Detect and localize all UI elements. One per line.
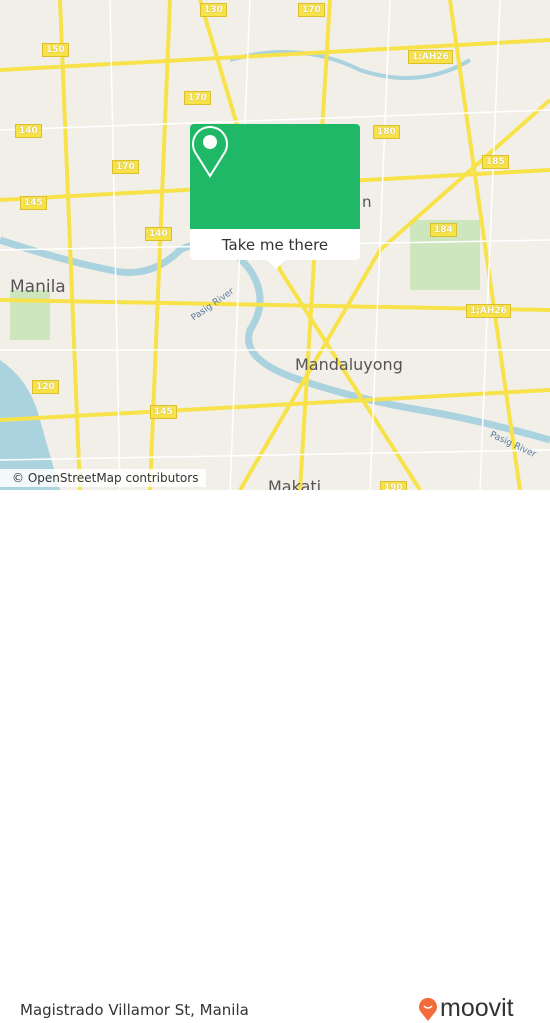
park bbox=[10, 290, 50, 340]
road-shield: 185 bbox=[482, 155, 509, 169]
road-shield: 170 bbox=[112, 160, 139, 174]
popup-pointer bbox=[267, 260, 285, 269]
place-name: Magistrado Villamor St, Manila bbox=[20, 1001, 249, 1019]
road-shield: 170 bbox=[298, 3, 325, 17]
moovit-logo[interactable]: moovit bbox=[418, 994, 514, 1023]
road-shield: 140 bbox=[15, 124, 42, 138]
city-label: Manila bbox=[10, 277, 66, 297]
road-shield: 150 bbox=[42, 43, 69, 57]
road-shield: 130 bbox=[200, 3, 227, 17]
popup-header bbox=[190, 124, 360, 229]
map-pin-icon bbox=[192, 126, 228, 178]
footer: Magistrado Villamor St, Manila moovit bbox=[0, 490, 550, 1022]
road-shield: 170 bbox=[184, 91, 211, 105]
city-label: Makati bbox=[268, 477, 322, 490]
take-me-there-button[interactable]: Take me there bbox=[190, 229, 360, 260]
road-shield: 140 bbox=[145, 227, 172, 241]
road-shield: 1;AH26 bbox=[466, 304, 511, 318]
road-shield: 180 bbox=[373, 125, 400, 139]
location-popup: Take me there bbox=[190, 124, 360, 269]
moovit-wordmark: moovit bbox=[440, 994, 514, 1022]
map[interactable]: Manila Mandaluyong Makati n Pasig River … bbox=[0, 0, 550, 490]
road-shield: 190 bbox=[380, 481, 407, 490]
city-label: n bbox=[362, 193, 372, 211]
road-shield: 120 bbox=[32, 380, 59, 394]
attribution[interactable]: © OpenStreetMap contributors bbox=[0, 469, 207, 487]
road-shield: 145 bbox=[150, 405, 177, 419]
road-shield: 1;AH26 bbox=[408, 50, 453, 64]
city-label: Mandaluyong bbox=[295, 355, 403, 374]
road-shield: 145 bbox=[20, 196, 47, 210]
road-shield: 184 bbox=[430, 223, 457, 237]
moovit-pin-icon bbox=[419, 997, 437, 1021]
